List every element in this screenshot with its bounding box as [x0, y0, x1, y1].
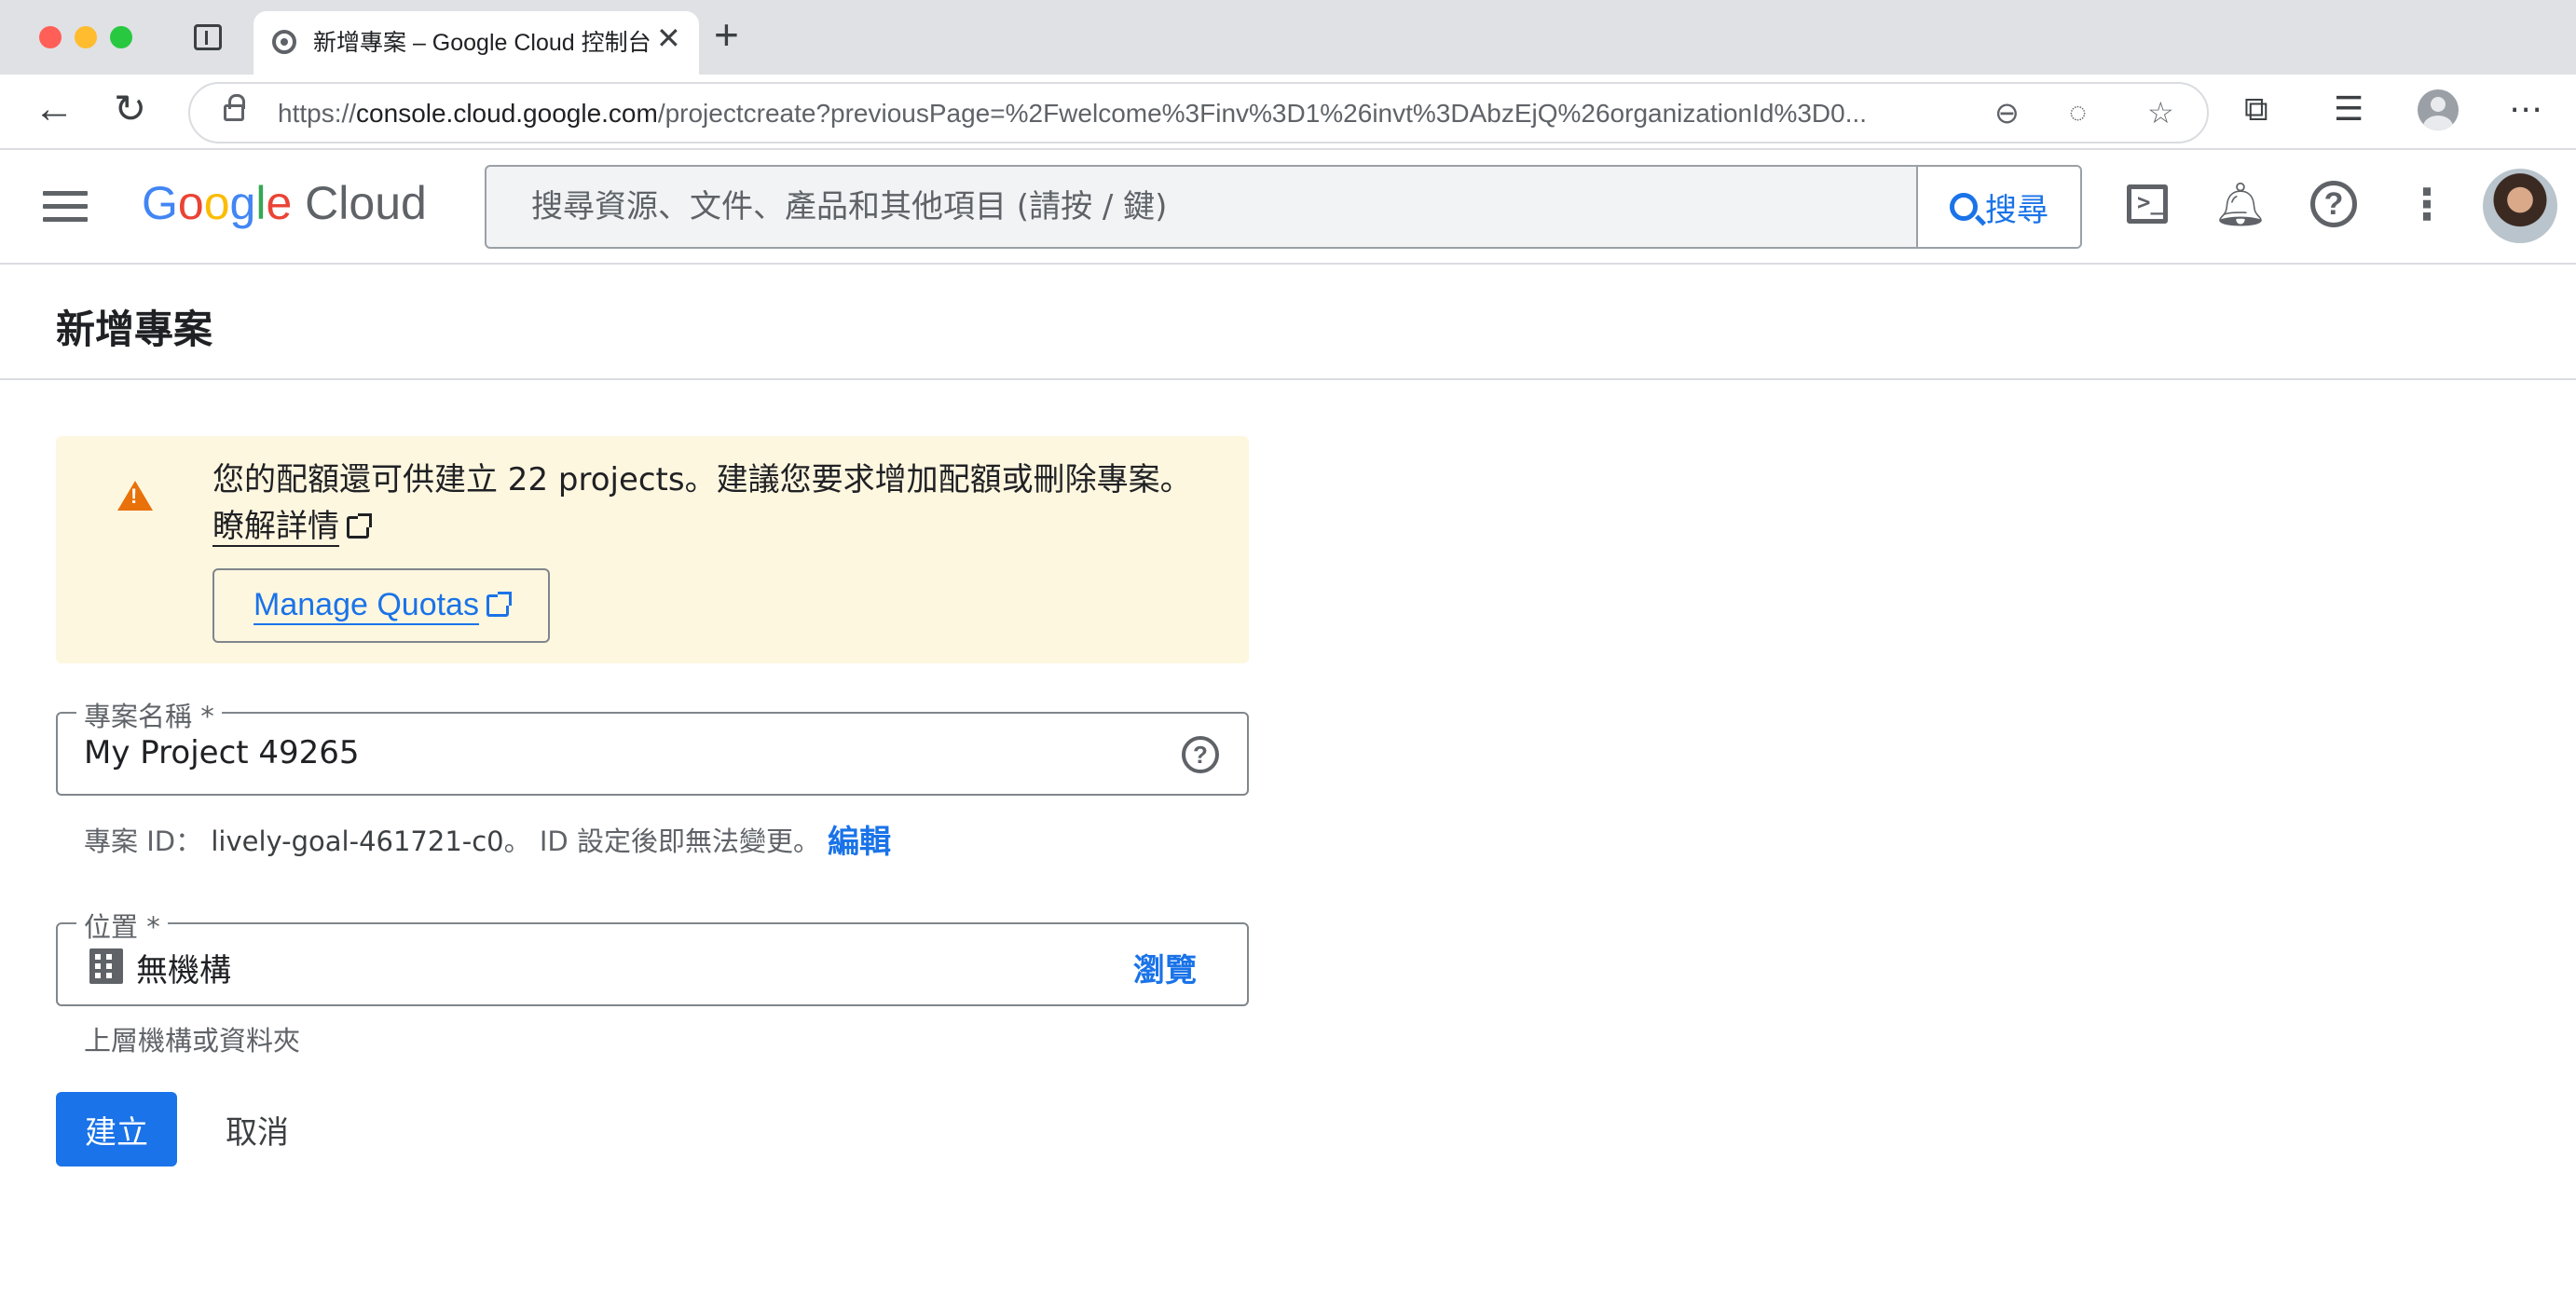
close-window-button[interactable] — [39, 26, 62, 48]
external-link-icon — [347, 513, 372, 539]
browser-tab-strip: 新增專案 – Google Cloud 控制台 ✕ + — [0, 0, 2576, 75]
tab-favicon-icon — [272, 30, 296, 54]
favorites-icon[interactable]: ☰ — [2334, 89, 2364, 129]
maximize-window-button[interactable] — [110, 26, 132, 48]
location-value: 無機構 — [136, 952, 231, 989]
help-icon: ? — [2310, 181, 2357, 227]
more-icon[interactable]: ⋯ — [2509, 89, 2542, 129]
back-arrow-icon[interactable]: ← — [34, 86, 75, 132]
tab-title: 新增專案 – Google Cloud 控制台 — [313, 30, 651, 56]
browse-button[interactable]: 瀏覽 — [1133, 945, 1197, 990]
external-link-icon — [486, 592, 512, 617]
learn-more-link[interactable]: 瞭解詳情 — [212, 503, 372, 550]
new-tab-button[interactable]: + — [714, 9, 739, 60]
location-label: 位置 * — [76, 906, 168, 945]
location-hint: 上層機構或資料夾 — [84, 1025, 301, 1057]
create-button[interactable]: 建立 — [56, 1092, 177, 1166]
page-title-bar: 新增專案 — [0, 265, 2576, 380]
lock-icon[interactable] — [224, 94, 245, 121]
help-icon[interactable]: ? — [1182, 736, 1219, 773]
settings-menu-button[interactable]: ⋮ — [2401, 178, 2453, 230]
zoom-out-icon[interactable]: ⊖ — [1994, 95, 2020, 130]
menu-icon[interactable] — [43, 191, 88, 225]
search-bar: 搜尋 — [485, 165, 2082, 249]
help-button[interactable]: ? — [2308, 178, 2360, 230]
search-icon — [1950, 193, 1978, 221]
tab-actions-icon[interactable] — [194, 24, 222, 50]
edit-project-id-link[interactable]: 編輯 — [828, 816, 891, 862]
address-bar[interactable]: https://console.cloud.google.com/project… — [188, 82, 2209, 143]
minimize-window-button[interactable] — [75, 26, 97, 48]
project-name-label: 專案名稱 * — [76, 695, 222, 734]
tracking-prevention-icon[interactable]: ◌ — [2069, 95, 2087, 130]
avatar[interactable] — [2483, 169, 2557, 243]
notifications-button[interactable]: 🔔︎ — [2213, 178, 2268, 230]
active-tab[interactable]: 新增專案 – Google Cloud 控制台 ✕ — [253, 11, 699, 75]
search-button[interactable]: 搜尋 — [1916, 167, 2080, 247]
cloud-shell-button[interactable]: >_ — [2121, 178, 2173, 230]
cloud-console-header: Google Cloud 搜尋 >_ 🔔︎ ? ⋮ — [0, 150, 2576, 265]
organization-icon — [89, 948, 123, 984]
project-name-input[interactable] — [84, 734, 1109, 771]
more-vert-icon: ⋮ — [2405, 180, 2448, 228]
location-field[interactable]: 位置 * 無機構 瀏覽 — [56, 906, 1249, 1006]
favorite-star-icon[interactable]: ☆ — [2147, 95, 2174, 130]
google-cloud-logo[interactable]: Google Cloud — [142, 176, 427, 230]
quota-warning-banner: 您的配額還可供建立 22 projects。建議您要求增加配額或刪除專案。 瞭解… — [56, 436, 1249, 663]
project-id-value: lively-goal-461721-c0 — [211, 825, 504, 857]
reload-icon[interactable]: ↻ — [114, 86, 146, 131]
browser-toolbar: ← ↻ https://console.cloud.google.com/pro… — [0, 75, 2576, 150]
tab-close-icon[interactable]: ✕ — [656, 20, 681, 56]
search-button-label: 搜尋 — [1985, 191, 2048, 229]
cancel-button[interactable]: 取消 — [203, 1092, 311, 1166]
quota-warning-message: 您的配額還可供建立 22 projects。建議您要求增加配額或刪除專案。 — [212, 461, 1192, 498]
bell-icon: 🔔︎ — [2213, 179, 2268, 228]
profile-icon[interactable] — [2418, 89, 2459, 130]
search-input[interactable] — [486, 167, 1916, 247]
manage-quotas-button[interactable]: Manage Quotas — [212, 568, 550, 643]
terminal-icon: >_ — [2127, 184, 2168, 224]
project-id-text: 專案 ID： lively-goal-461721-c0。 ID 設定後即無法變… — [84, 825, 820, 857]
warning-icon — [117, 481, 153, 511]
url-text[interactable]: https://console.cloud.google.com/project… — [278, 99, 1974, 129]
extensions-icon[interactable]: ⧉ — [2244, 89, 2268, 130]
project-name-field: 專案名稱 * ? — [56, 695, 1249, 796]
page-title: 新增專案 — [56, 307, 213, 352]
